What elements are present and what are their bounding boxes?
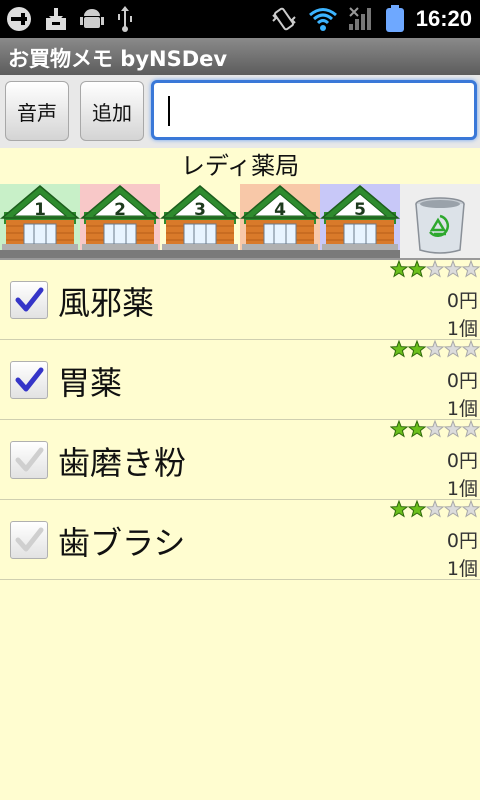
item-quantity: 1個: [446, 558, 478, 580]
item-quantity: 1個: [446, 318, 478, 340]
item-input[interactable]: [151, 80, 477, 140]
store-2-icon: 2: [80, 184, 160, 260]
star-filled-icon[interactable]: [390, 340, 408, 358]
recycle-bin-icon: [400, 184, 480, 260]
store-name: レディ薬局: [180, 152, 300, 180]
star-empty-icon[interactable]: [444, 500, 462, 518]
title-bar: お買物メモ byNSDev: [0, 38, 480, 75]
star-empty-icon[interactable]: [426, 340, 444, 358]
store-4-icon: 4: [240, 184, 320, 260]
item-checkbox[interactable]: [10, 281, 48, 319]
item-checkbox[interactable]: [10, 441, 48, 479]
item-price: 0円: [446, 370, 478, 392]
usb-icon: [6, 6, 32, 32]
item-name: 風邪薬: [58, 284, 155, 322]
toolbar: 音声 追加: [0, 75, 480, 148]
star-empty-icon[interactable]: [444, 340, 462, 358]
star-filled-icon[interactable]: [408, 260, 426, 278]
star-empty-icon[interactable]: [444, 260, 462, 278]
android-icon: [80, 6, 104, 32]
signal-icon: [348, 6, 374, 32]
list-item[interactable]: 胃薬 0円 1個: [0, 340, 480, 420]
list-item[interactable]: 風邪薬 0円 1個: [0, 260, 480, 340]
item-price: 0円: [446, 290, 478, 312]
star-empty-icon[interactable]: [444, 420, 462, 438]
item-price: 0円: [446, 450, 478, 472]
list-item[interactable]: 歯磨き粉 0円 1個: [0, 420, 480, 500]
item-rating[interactable]: [390, 420, 480, 438]
store-tab-4[interactable]: 4: [240, 184, 320, 260]
app-title: お買物メモ byNSDev: [8, 47, 228, 71]
system-icons: 16:20: [270, 4, 472, 34]
star-empty-icon[interactable]: [462, 500, 480, 518]
item-rating[interactable]: [390, 260, 480, 278]
star-filled-icon[interactable]: [408, 340, 426, 358]
item-price: 0円: [446, 530, 478, 552]
store-5-icon: 5: [320, 184, 400, 260]
usb-debug-icon: [116, 6, 134, 32]
text-cursor: [168, 96, 170, 126]
star-filled-icon[interactable]: [408, 420, 426, 438]
voice-button[interactable]: 音声: [5, 81, 69, 141]
wifi-icon: [308, 6, 338, 32]
add-button[interactable]: 追加: [80, 81, 144, 141]
store-tab-5[interactable]: 5: [320, 184, 400, 260]
list-item[interactable]: 歯ブラシ 0円 1個: [0, 500, 480, 580]
star-empty-icon[interactable]: [462, 260, 480, 278]
item-checkbox[interactable]: [10, 361, 48, 399]
battery-icon: [384, 5, 406, 33]
star-empty-icon[interactable]: [462, 420, 480, 438]
store-3-icon: 3: [160, 184, 240, 260]
star-filled-icon[interactable]: [390, 260, 408, 278]
clock: 16:20: [415, 6, 472, 31]
notification-icons: [6, 4, 134, 34]
item-checkbox[interactable]: [10, 521, 48, 559]
item-quantity: 1個: [446, 478, 478, 500]
star-empty-icon[interactable]: [462, 340, 480, 358]
status-bar: 16:20: [0, 0, 480, 38]
check-icon: [15, 447, 44, 472]
star-empty-icon[interactable]: [426, 260, 444, 278]
store-tab-1[interactable]: 1: [0, 184, 80, 260]
store-number: 5: [354, 200, 366, 220]
item-rating[interactable]: [390, 340, 480, 358]
vibrate-icon: [270, 5, 298, 33]
star-filled-icon[interactable]: [408, 500, 426, 518]
store-number: 2: [114, 200, 126, 220]
item-name: 胃薬: [58, 364, 123, 402]
check-icon: [15, 527, 44, 552]
download-icon: [44, 6, 68, 32]
item-name: 歯ブラシ: [58, 524, 186, 562]
check-icon: [15, 287, 44, 312]
item-name: 歯磨き粉: [58, 444, 187, 482]
store-number: 3: [194, 200, 206, 220]
store-number: 1: [34, 200, 46, 220]
store-tab-2[interactable]: 2: [80, 184, 160, 260]
trash-button[interactable]: [400, 184, 480, 260]
store-number: 4: [274, 200, 286, 220]
store-tabs: 1 2 3 4 5: [0, 184, 480, 260]
check-icon: [15, 367, 44, 392]
shopping-list: 風邪薬 0円 1個 胃薬 0円 1個 歯磨き粉 0円 1個 歯ブラシ 0円 1個: [0, 260, 480, 580]
store-tab-3[interactable]: 3: [160, 184, 240, 260]
store-1-icon: 1: [0, 184, 80, 260]
star-filled-icon[interactable]: [390, 500, 408, 518]
star-empty-icon[interactable]: [426, 500, 444, 518]
item-rating[interactable]: [390, 500, 480, 518]
star-filled-icon[interactable]: [390, 420, 408, 438]
star-empty-icon[interactable]: [426, 420, 444, 438]
item-quantity: 1個: [446, 398, 478, 420]
